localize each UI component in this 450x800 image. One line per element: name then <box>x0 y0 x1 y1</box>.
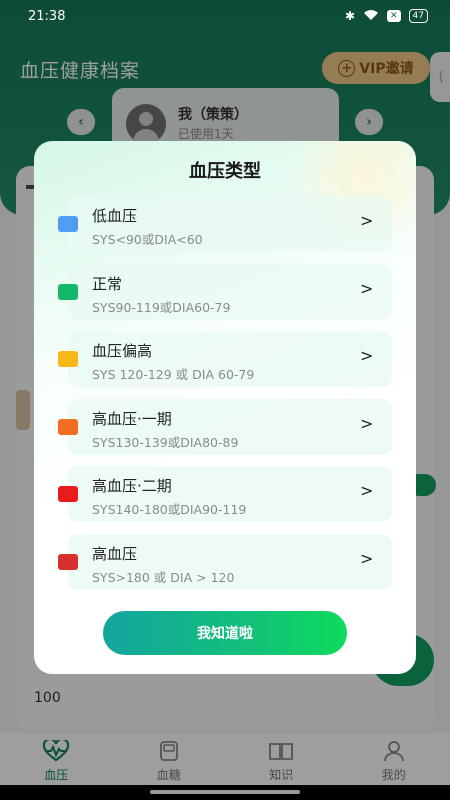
bluetooth-icon: ✱ <box>344 9 355 23</box>
status-icons: ✱ ✕ 47 <box>345 9 428 24</box>
chevron-right-icon: > <box>360 413 374 433</box>
bp-type-dialog: 血压类型 低血压 SYS<90或DIA<60 > 正常 SYS90-119或DI… <box>34 141 416 674</box>
color-swatch <box>58 216 78 232</box>
bp-type-name: 血压偏高 <box>92 342 153 360</box>
color-swatch <box>58 486 78 502</box>
bp-type-range: SYS<90或DIA<60 <box>92 232 203 247</box>
bp-type-range: SYS140-180或DIA90-119 <box>92 502 247 517</box>
color-swatch <box>58 351 78 367</box>
bp-type-item-elevated[interactable]: 血压偏高 SYS 120-129 或 DIA 60-79 > <box>34 331 416 387</box>
color-swatch <box>58 283 78 300</box>
bp-type-item-normal[interactable]: 正常 SYS90-119或DIA60-79 > <box>34 263 416 320</box>
chevron-right-icon: > <box>360 346 374 365</box>
bp-type-range: SYS90-119或DIA60-79 <box>92 299 231 315</box>
bp-type-range: SYS>180 或 DIA > 120 <box>92 569 235 585</box>
confirm-button[interactable]: 我知道啦 <box>103 611 347 655</box>
status-time: 21:38 <box>28 8 66 24</box>
bp-type-list: 低血压 SYS<90或DIA<60 > 正常 SYS90-119或DIA60-7… <box>34 196 416 601</box>
chevron-right-icon: > <box>360 548 374 568</box>
bp-type-name: 正常 <box>92 274 123 293</box>
bp-type-item-low[interactable]: 低血压 SYS<90或DIA<60 > <box>34 196 416 252</box>
home-indicator <box>0 785 450 800</box>
bp-type-name: 高血压·二期 <box>92 477 172 495</box>
bp-type-item-stage1[interactable]: 高血压·一期 SYS130-139或DIA80-89 > <box>34 398 416 455</box>
chevron-right-icon: > <box>360 278 374 298</box>
bp-type-name: 高血压·一期 <box>92 409 172 428</box>
bp-type-name: 低血压 <box>92 207 138 225</box>
bp-type-item-stage2[interactable]: 高血压·二期 SYS140-180或DIA90-119 > <box>34 466 416 522</box>
chevron-right-icon: > <box>360 481 374 500</box>
battery-icon: 47 <box>408 9 428 23</box>
bp-type-item-high[interactable]: 高血压 SYS>180 或 DIA > 120 > <box>34 533 416 590</box>
bp-type-name: 高血压 <box>92 544 138 563</box>
dialog-title: 血压类型 <box>189 161 261 182</box>
chevron-right-icon: > <box>360 211 374 230</box>
wifi-icon <box>363 9 379 24</box>
bp-type-range: SYS 120-129 或 DIA 60-79 <box>92 367 255 382</box>
sim-icon: ✕ <box>387 10 401 22</box>
color-swatch <box>58 553 78 570</box>
status-bar: 21:38 ✱ ✕ 47 <box>0 0 450 32</box>
bp-type-range: SYS130-139或DIA80-89 <box>92 434 239 450</box>
color-swatch <box>58 418 78 435</box>
